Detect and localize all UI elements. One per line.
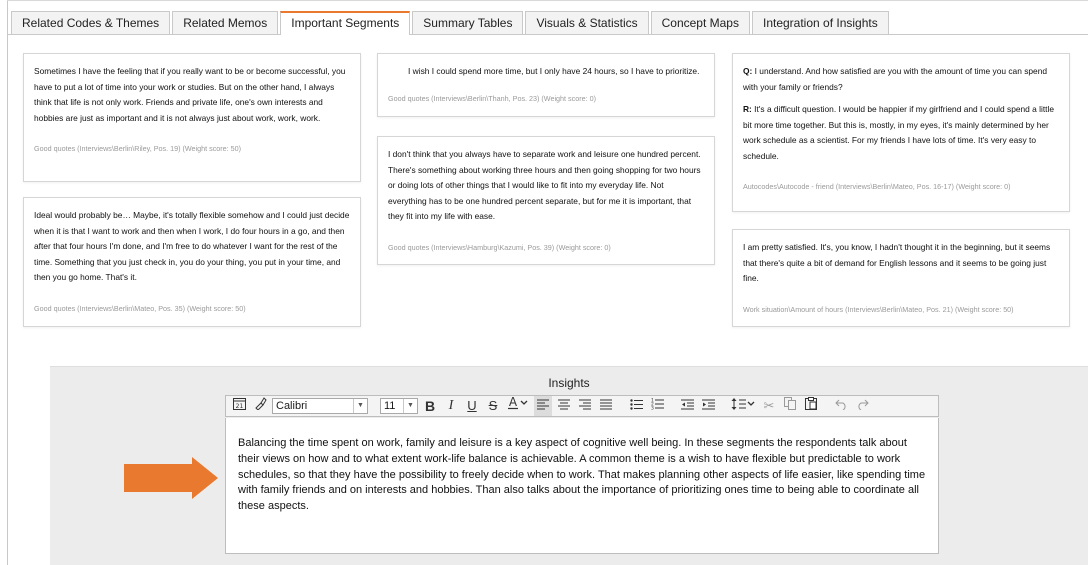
format-painter-icon[interactable] (251, 396, 269, 416)
tab-related-codes-themes[interactable]: Related Codes & Themes (11, 11, 171, 34)
segment-source: Autocodes\Autocode - friend (Interviews\… (743, 182, 1011, 191)
segment-text: Sometimes I have the feeling that if you… (34, 66, 346, 123)
align-center-icon[interactable] (555, 396, 573, 416)
segment-source: Good quotes (Interviews\Berlin\Riley, Po… (34, 144, 242, 153)
highlight-arrow-icon (124, 457, 218, 499)
italic-icon[interactable]: I (442, 396, 460, 416)
segment-source: Good quotes (Interviews\Berlin\Thanh, Po… (388, 93, 597, 103)
chevron-down-icon: ▼ (353, 399, 367, 413)
tab-related-memos[interactable]: Related Memos (172, 11, 279, 34)
undo-icon[interactable] (832, 396, 850, 416)
svg-text:3: 3 (651, 406, 654, 411)
numbered-list-icon[interactable]: 123 (648, 396, 666, 416)
font-family-select[interactable]: Calibri ▼ (272, 398, 368, 414)
segment-text: I wish I could spend more time, but I on… (408, 66, 700, 76)
insights-editor[interactable]: Balancing the time spent on work, family… (225, 418, 939, 554)
indent-icon[interactable] (699, 396, 717, 416)
segment-card[interactable]: Sometimes I have the feeling that if you… (23, 53, 361, 182)
tab-integration-of-insights[interactable]: Integration of Insights (751, 11, 889, 34)
tab-concept-maps[interactable]: Concept Maps (650, 11, 750, 34)
tab-important-segments[interactable]: Important Segments (280, 11, 411, 35)
bold-icon[interactable]: B (421, 396, 439, 416)
segment-source: Good quotes (Interviews\Berlin\Mateo, Po… (34, 303, 246, 313)
insights-title: Insights (548, 376, 590, 390)
font-size-value: 11 (384, 400, 396, 412)
align-left-icon[interactable] (534, 396, 552, 416)
segment-card[interactable]: I don't think that you always have to se… (377, 136, 715, 265)
align-right-icon[interactable] (576, 396, 594, 416)
segment-card[interactable]: I wish I could spend more time, but I on… (377, 53, 715, 117)
outdent-icon[interactable] (678, 396, 696, 416)
underline-icon[interactable]: U (463, 396, 481, 416)
tab-visuals-statistics[interactable]: Visuals & Statistics (525, 11, 649, 34)
segment-text: I am pretty satisfied. It's, you know, I… (743, 242, 1051, 283)
segment-source: Work situation\Amount of hours (Intervie… (743, 304, 1014, 314)
font-size-select[interactable]: 11 ▼ (380, 398, 418, 414)
paste-icon[interactable] (802, 396, 820, 416)
segment-text: Q: I understand. And how satisfied are y… (743, 64, 1059, 164)
chevron-down-icon: ▼ (403, 399, 417, 413)
response-label: R: (743, 104, 752, 114)
font-color-icon[interactable]: A (505, 395, 531, 416)
svg-text:A: A (509, 396, 518, 409)
tab-summary-tables[interactable]: Summary Tables (412, 11, 524, 34)
copy-icon[interactable] (781, 396, 799, 416)
segment-card[interactable]: Q: I understand. And how satisfied are y… (732, 53, 1070, 212)
editor-toolbar: 21 Calibri ▼ 11 ▼ B I U S A 1 2 3 ✂ (225, 395, 939, 417)
insert-date-icon[interactable]: 21 (230, 396, 248, 416)
segment-card[interactable]: Ideal would probably be… Maybe, it's tot… (23, 197, 361, 327)
response-text: It's a difficult question. I would be ha… (743, 104, 1055, 161)
line-spacing-icon[interactable] (729, 396, 757, 416)
segment-text: Ideal would probably be… Maybe, it's tot… (34, 210, 350, 282)
segment-text: I don't think that you always have to se… (388, 149, 701, 221)
font-family-value: Calibri (276, 400, 308, 412)
svg-text:21: 21 (235, 403, 243, 410)
tab-bar: Related Codes & Themes Related Memos Imp… (11, 11, 891, 35)
insights-text: Balancing the time spent on work, family… (238, 437, 926, 513)
frame-border-top (7, 0, 1088, 1)
segment-source: Good quotes (Interviews\Hamburg\Kazumi, … (388, 242, 611, 252)
question-label: Q: (743, 66, 753, 76)
redo-icon[interactable] (853, 396, 871, 416)
cut-icon[interactable]: ✂ (760, 396, 778, 416)
segment-card[interactable]: I am pretty satisfied. It's, you know, I… (732, 229, 1070, 327)
tab-bar-divider (8, 34, 1088, 35)
question-text: I understand. And how satisfied are you … (743, 66, 1048, 92)
align-justify-icon[interactable] (597, 396, 615, 416)
strikethrough-icon[interactable]: S (484, 396, 502, 416)
frame-border (7, 0, 8, 565)
bulleted-list-icon[interactable] (627, 396, 645, 416)
